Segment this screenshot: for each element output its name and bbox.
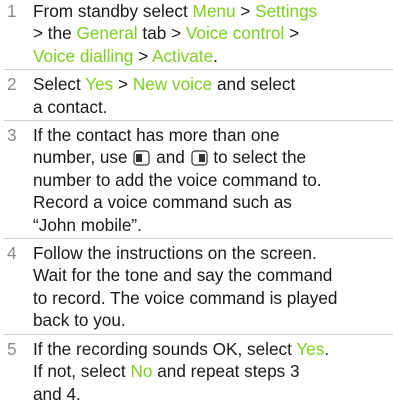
step-divider [4,238,393,240]
step-text-segment: . [324,338,330,359]
step-text-segment: tab > [137,23,186,44]
step-line: Select Yes > New voice and select [33,73,389,95]
step-line: Follow the instructions on the screen. [33,242,389,264]
menu-path-term: General [76,23,138,44]
menu-path-term: Yes [296,338,325,359]
menu-path-term: Activate [151,45,214,66]
step-line: Record a voice command such as [33,191,389,213]
step-line: back to you. [33,309,389,331]
right-nav-key-icon [191,150,208,167]
step-text-segment: Wait for the tone and say the command [33,265,333,286]
step-line: > the General tab > Voice control > [33,22,389,44]
step-line: “John mobile”. [33,214,389,236]
menu-path-term: Settings [255,1,318,21]
step-text-segment: Select [33,74,86,95]
step-line: If not, select No and repeat steps 3 [33,360,389,382]
step-text-segment: to select the [208,147,307,168]
step-line: If the recording sounds OK, select Yes. [33,338,389,360]
step-line: a contact. [33,96,389,118]
step-text-segment: > [113,74,133,95]
step-item: 3 If the contact has more than one number,… [0,124,393,236]
step-text-segment: to record. The voice command is played [33,287,338,308]
step-text: From standby select Menu > Settings > the… [33,0,393,67]
step-text-segment: back to you. [33,310,126,331]
step-text-segment: From standby select [33,1,193,21]
step-text-segment: and [151,147,190,168]
step-line: Voice dialling > Activate. [33,45,389,67]
step-text-segment: If not, select [33,361,131,382]
step-line: number to add the voice command to. [33,169,389,191]
step-text-segment: If the recording sounds OK, select [33,338,297,359]
step-number: 2 [7,74,17,95]
step-divider [4,120,393,122]
step-text: Select Yes > New voice and select a conta… [33,73,393,118]
step-number: 4 [7,243,17,264]
step-divider [4,333,393,335]
step-line: and 4. [33,383,389,405]
step-text-segment: > [235,1,256,21]
step-text-segment: > [284,23,300,44]
menu-path-term: No [130,361,153,382]
step-text-segment: number to add the voice command to. [33,169,322,190]
step-text-segment: “John mobile”. [33,214,142,235]
step-text-segment: > the [33,23,77,44]
step-divider [4,69,393,71]
step-text: If the recording sounds OK, select Yes. I… [33,338,393,405]
menu-path-term: Menu [192,1,236,21]
step-item: 4 Follow the instructions on the screen. W… [0,242,393,332]
step-item: 5 If the recording sounds OK, select Yes.… [0,338,393,405]
step-number: 3 [7,125,17,146]
step-text: Follow the instructions on the screen. Wa… [33,242,393,332]
step-text-segment: Follow the instructions on the screen. [33,243,317,264]
menu-path-term: Voice control [185,23,285,44]
step-text-segment: a contact. [33,96,108,117]
menu-path-term: New voice [132,74,213,95]
step-text-segment: and repeat steps 3 [152,361,300,382]
step-line: If the contact has more than one [33,124,389,146]
step-number: 5 [7,338,17,359]
step-text: If the contact has more than one number, … [33,124,393,236]
step-text-segment: and 4. [33,383,81,404]
left-nav-key-icon [133,150,150,167]
step-line: From standby select Menu > Settings [33,0,389,22]
step-line: Wait for the tone and say the command [33,264,389,286]
step-text-segment: > [133,45,152,66]
step-item: 1 From standby select Menu > Settings > th… [0,0,393,67]
step-line: to record. The voice command is played [33,287,389,309]
step-line: number, use and to select the [33,146,389,168]
step-number: 1 [7,1,17,21]
step-text-segment: and select [212,74,296,95]
instruction-steps: 1 From standby select Menu > Settings > th… [0,0,393,405]
step-text-segment: number, use [33,147,133,168]
menu-path-term: Yes [85,74,114,95]
step-text-segment: . [213,45,218,66]
step-text-segment: Record a voice command such as [33,192,292,213]
step-text-segment: If the contact has more than one [33,125,280,146]
menu-path-term: Voice dialling [33,45,134,66]
step-item: 2 Select Yes > New voice and select a cont… [0,73,393,118]
